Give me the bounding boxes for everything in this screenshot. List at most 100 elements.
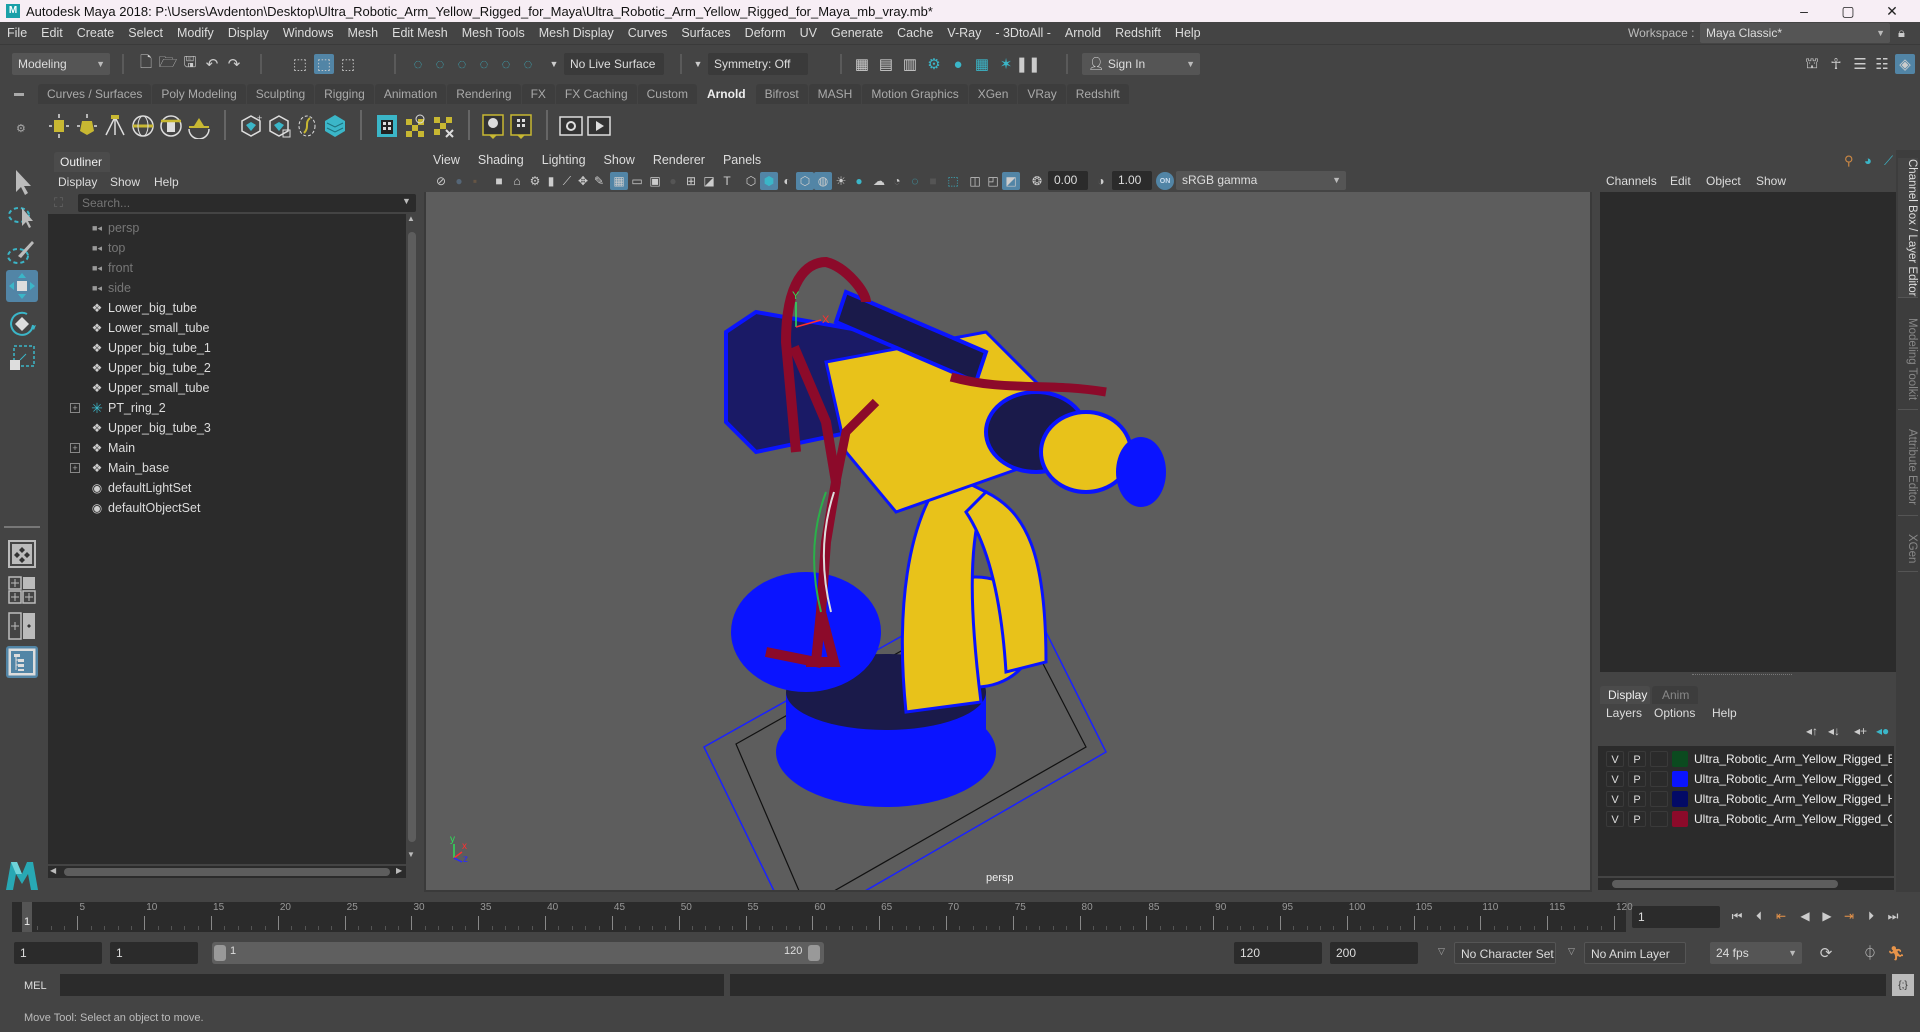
outliner-vertical-scrollbar[interactable]: ▲ ▼ (406, 214, 416, 864)
shelf-tab-custom[interactable]: Custom (637, 84, 697, 104)
gamma-icon[interactable]: ◑ (1092, 172, 1110, 190)
motion-blur-icon[interactable]: ◔ (888, 172, 906, 190)
menu-arnold[interactable]: Arnold (1058, 26, 1108, 40)
chevron-down-icon[interactable]: ▼ (688, 54, 708, 74)
menuset-dropdown[interactable]: Modeling ▼ (12, 53, 110, 75)
outliner-item[interactable]: ❖ Upper_big_tube_3 (48, 418, 398, 438)
viewport-canvas[interactable]: Y X y x z persp (426, 192, 1590, 890)
hypershade-icon[interactable]: ● (948, 54, 968, 74)
safe-title-icon[interactable]: T (718, 172, 736, 190)
menu-surfaces[interactable]: Surfaces (674, 26, 737, 40)
chevron-down-icon[interactable]: ▼ (544, 54, 564, 74)
scroll-down-icon[interactable]: ▼ (407, 850, 415, 859)
shelf-tab-fx[interactable]: FX (521, 84, 555, 104)
chevron-down-icon[interactable]: ▽ (1568, 946, 1575, 957)
physical-sky-icon[interactable] (158, 113, 184, 139)
cb-menu-show[interactable]: Show (1756, 174, 1786, 188)
shelf-tab-motion-graphics[interactable]: Motion Graphics (862, 84, 968, 104)
loop-icon[interactable]: ⟳ (1816, 942, 1836, 964)
light-editor-icon[interactable]: ✶ (996, 54, 1016, 74)
layer-visibility-toggle[interactable]: V (1606, 751, 1624, 767)
open-scene-icon[interactable]: 🗁 (158, 54, 178, 74)
snap-grid-icon[interactable]: ◌ (408, 54, 428, 74)
menu-select[interactable]: Select (121, 26, 170, 40)
cb-menu-channels[interactable]: Channels (1606, 174, 1657, 188)
chevron-down-icon[interactable]: ▼ (402, 196, 411, 206)
layer-playback-toggle[interactable]: P (1628, 811, 1646, 827)
render-settings-icon[interactable]: ⚙ (924, 54, 944, 74)
live-surface-field[interactable]: No Live Surface (564, 53, 664, 75)
menu-edit[interactable]: Edit (34, 26, 70, 40)
outliner-menu-help[interactable]: Help (154, 172, 179, 192)
menu-deform[interactable]: Deform (738, 26, 793, 40)
symmetry-field[interactable]: Symmetry: Off (708, 53, 808, 75)
safe-action-icon[interactable]: ◪ (700, 172, 718, 190)
cb-menu-edit[interactable]: Edit (1670, 174, 1691, 188)
menu-display[interactable]: Display (221, 26, 276, 40)
maximize-button[interactable]: ▢ (1828, 0, 1868, 22)
layer-name[interactable]: Ultra_Robotic_Arm_Yellow_Rigged_Bones (1694, 751, 1892, 767)
outliner-item[interactable]: ■◂ front (48, 258, 398, 278)
rotate-tool-icon[interactable] (6, 308, 38, 340)
screen-space-ao-icon[interactable]: ☁ (870, 172, 888, 190)
txmanager-icon[interactable] (430, 113, 456, 139)
vp-menu-lighting[interactable]: Lighting (533, 153, 595, 167)
snap-surface-icon[interactable]: ◌ (496, 54, 516, 74)
render-sequence-icon[interactable] (586, 113, 612, 139)
vp-menu-shading[interactable]: Shading (469, 153, 533, 167)
command-input[interactable] (60, 974, 724, 996)
redo-icon[interactable]: ↷ (224, 54, 244, 74)
grid-icon[interactable]: ▦ (610, 172, 628, 190)
layer-color-swatch[interactable] (1672, 791, 1688, 807)
fps-dropdown[interactable]: 24 fps ▼ (1710, 942, 1802, 964)
step-back-frame-icon[interactable]: ⇤ (1772, 906, 1790, 926)
outliner-item[interactable]: ■◂ top (48, 238, 398, 258)
layer-color-swatch[interactable] (1672, 811, 1688, 827)
layer-menu-help[interactable]: Help (1712, 706, 1737, 720)
layer-visibility-toggle[interactable]: V (1606, 791, 1624, 807)
current-frame-field[interactable]: 1 (1632, 906, 1720, 928)
gate-mask-icon[interactable]: ● (664, 172, 682, 190)
select-hierarchy-icon[interactable]: ⬚ (290, 54, 310, 74)
sun-light-icon[interactable] (186, 113, 212, 139)
shelf-tab-xgen[interactable]: XGen (968, 84, 1018, 104)
menu-windows[interactable]: Windows (276, 26, 341, 40)
layer-display-type-toggle[interactable] (1650, 771, 1668, 787)
move-tool-icon[interactable] (6, 270, 38, 302)
save-scene-icon[interactable]: 🖫 (180, 54, 200, 74)
layer-menu-layers[interactable]: Layers (1606, 706, 1642, 720)
play-backward-icon[interactable]: ◀ (1796, 906, 1814, 926)
export-standin-icon[interactable] (266, 113, 292, 139)
channel-box-attr-icon[interactable]: ⚲ (1844, 153, 1854, 169)
outliner-item[interactable]: ❖ Upper_big_tube_2 (48, 358, 398, 378)
animation-preferences-icon[interactable]: 🏃︎ (1886, 942, 1906, 964)
menu-edit-mesh[interactable]: Edit Mesh (385, 26, 455, 40)
menu-curves[interactable]: Curves (621, 26, 675, 40)
scroll-thumb[interactable] (1612, 880, 1838, 888)
bookmarks-icon[interactable]: ▪ (466, 172, 484, 190)
outliner-menu-display[interactable]: Display (58, 172, 97, 192)
color-space-dropdown[interactable]: sRGB gamma ▼ (1176, 171, 1346, 190)
command-language-label[interactable]: MEL (24, 980, 47, 992)
exposure-icon[interactable]: ❂ (1028, 172, 1046, 190)
snap-curve-icon[interactable]: ◌ (430, 54, 450, 74)
two-view-layout-icon[interactable] (6, 610, 38, 642)
auto-key-icon[interactable]: ⏀ (1860, 942, 1880, 964)
menu-mesh-tools[interactable]: Mesh Tools (455, 26, 532, 40)
panel-splitter[interactable] (1692, 674, 1792, 676)
minimize-button[interactable]: – (1784, 0, 1824, 22)
wireframe-on-shaded-icon[interactable]: ⬡ (796, 172, 814, 190)
lock-camera-icon[interactable]: ⌂ (508, 172, 526, 190)
scroll-left-icon[interactable]: ◀ (50, 866, 56, 875)
menu-file[interactable]: File (0, 26, 34, 40)
new-layer-icon[interactable]: ◂+ (1854, 724, 1867, 738)
move-layer-down-icon[interactable]: ◂↓ (1828, 724, 1840, 738)
go-to-start-icon[interactable]: ⏮ (1728, 906, 1746, 926)
outliner-item[interactable]: + ❖ Main (48, 438, 398, 458)
textured-icon[interactable]: ◍ (814, 172, 832, 190)
expand-icon[interactable]: + (70, 403, 80, 413)
menu-mesh[interactable]: Mesh (341, 26, 386, 40)
mesh-light-icon[interactable] (74, 113, 100, 139)
resolution-gate-icon[interactable]: ▣ (646, 172, 664, 190)
scroll-right-icon[interactable]: ▶ (396, 866, 402, 875)
